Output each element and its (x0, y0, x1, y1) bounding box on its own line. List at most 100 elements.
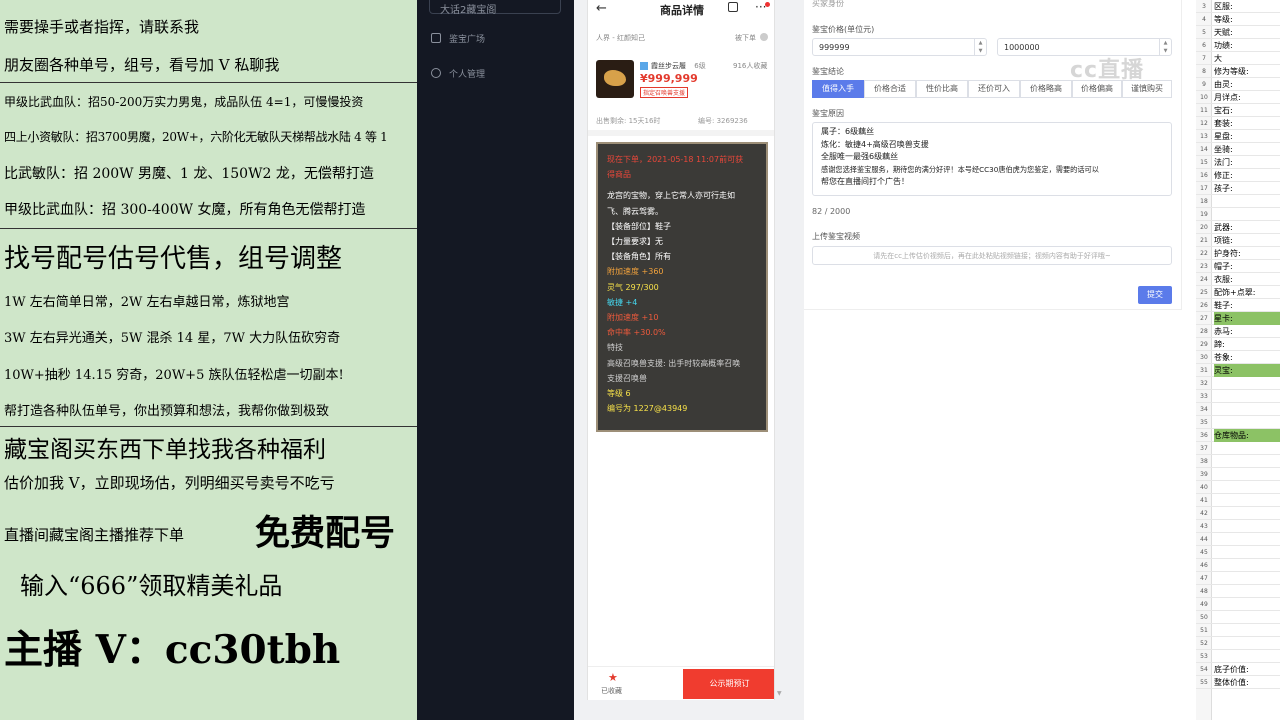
row-number: 43 (1200, 523, 1208, 530)
reason-line: 感谢您选择鉴宝服务，期待您的满分好评！本号经CC30唐伯虎为您鉴定，需要的话可以 (821, 164, 1099, 174)
card-line: 灵气 297/300 (607, 282, 659, 292)
stepper-icon[interactable]: ▲ ▼ (1159, 39, 1171, 55)
sheet-row[interactable]: 16 修正: (1196, 169, 1280, 182)
row-number: 29 (1200, 341, 1208, 348)
promo-heading: 藏宝阁买东西下单找我各种福利 (4, 437, 326, 463)
sheet-row[interactable]: 37 (1196, 442, 1280, 455)
sheet-row[interactable]: 25 配饰+点翠: (1196, 286, 1280, 299)
sheet-row[interactable]: 22 护身符: (1196, 247, 1280, 260)
sheet-row[interactable]: 11 宝石: (1196, 104, 1280, 117)
sheet-row[interactable]: 48 (1196, 585, 1280, 598)
section-buyer: 买家身份 (812, 0, 844, 8)
sheet-row[interactable]: 32 (1196, 377, 1280, 390)
sheet-row[interactable]: 9 由灵: (1196, 78, 1280, 91)
sheet-row[interactable]: 54 底子价值: (1196, 663, 1280, 676)
sheet-row[interactable]: 51 (1196, 624, 1280, 637)
cell-label: 等级: (1214, 15, 1233, 24)
sheet-row[interactable]: 55 整体价值: (1196, 676, 1280, 689)
sheet-row[interactable]: 35 (1196, 416, 1280, 429)
share-icon[interactable] (728, 2, 738, 12)
sheet-row[interactable]: 38 (1196, 455, 1280, 468)
star-icon[interactable]: ★ (608, 671, 618, 684)
row-number: 8 (1202, 68, 1206, 75)
sheet-row[interactable]: 21 项链: (1196, 234, 1280, 247)
sheet-row[interactable]: 13 星盘: (1196, 130, 1280, 143)
sheet-row[interactable]: 43 (1196, 520, 1280, 533)
sheet-row[interactable]: 49 (1196, 598, 1280, 611)
card-line: 【力量要求】无 (607, 237, 663, 247)
sheet-row[interactable]: 18 (1196, 195, 1280, 208)
sheet-row[interactable]: 31 灵宝: (1196, 364, 1280, 377)
chip-good-value[interactable]: 性价比高 (916, 80, 968, 98)
sheet-row[interactable]: 17 孩子: (1196, 182, 1280, 195)
row-number: 35 (1200, 419, 1208, 426)
toggle-icon[interactable] (760, 33, 768, 41)
sheet-row[interactable]: 24 衣服: (1196, 273, 1280, 286)
sheet-row[interactable]: 47 (1196, 572, 1280, 585)
sheet-row[interactable]: 41 (1196, 494, 1280, 507)
sheet-row[interactable]: 52 (1196, 637, 1280, 650)
item-description-card: 现在下单，2021-05-18 11:07前可获 得商品 龙宫的宝物，穿上它常人亦可… (596, 142, 768, 432)
sheet-row[interactable]: 15 法门: (1196, 156, 1280, 169)
cell-label: 配饰+点翠: (1214, 288, 1256, 297)
row-number: 9 (1202, 81, 1206, 88)
sheet-row[interactable]: 29 蹄: (1196, 338, 1280, 351)
sheet-row[interactable]: 14 坐骑: (1196, 143, 1280, 156)
sheet-row[interactable]: 19 (1196, 208, 1280, 221)
sheet-row[interactable]: 40 (1196, 481, 1280, 494)
cell-label: 苍象: (1214, 353, 1233, 362)
sheet-row[interactable]: 45 (1196, 546, 1280, 559)
sheet-row[interactable]: 33 (1196, 390, 1280, 403)
cell-label: 月详点: (1214, 93, 1241, 102)
sheet-row[interactable]: 6 功绩: (1196, 39, 1280, 52)
offline-label: 被下单 (735, 34, 756, 42)
sheet-row[interactable]: 53 (1196, 650, 1280, 663)
row-number: 42 (1200, 510, 1208, 517)
card-line: 编号为 1227@43949 (607, 404, 688, 414)
nav-item-appraisal-square[interactable]: 鉴宝广场 (431, 29, 485, 47)
sheet-row[interactable]: 10 月详点: (1196, 91, 1280, 104)
row-number: 53 (1200, 653, 1208, 660)
scroll-down-icon[interactable]: ▼ (777, 690, 782, 697)
sheet-row[interactable]: 20 武器: (1196, 221, 1280, 234)
row-number: 36 (1200, 432, 1208, 439)
sheet-row[interactable]: 30 苍象: (1196, 351, 1280, 364)
chip-worth-buying[interactable]: 值得入手 (812, 80, 864, 98)
sheet-row[interactable]: 39 (1196, 468, 1280, 481)
row-number: 38 (1200, 458, 1208, 465)
nav-item-label: 个人管理 (449, 69, 486, 80)
sheet-row[interactable]: 34 (1196, 403, 1280, 416)
row-number: 47 (1200, 575, 1208, 582)
sheet-row[interactable]: 23 帽子: (1196, 260, 1280, 273)
sheet-row[interactable]: 7大 (1196, 52, 1280, 65)
cell-label: 整体价值: (1214, 678, 1249, 687)
top-select[interactable]: 大话2藏宝阁 (429, 0, 561, 16)
sheet-row[interactable]: 8 修为等级: (1196, 65, 1280, 78)
stepper-icon[interactable]: ▲ ▼ (974, 39, 986, 55)
chip-slightly-high[interactable]: 价格略高 (1020, 80, 1072, 98)
sheet-row[interactable]: 26 鞋子: (1196, 299, 1280, 312)
chip-fair-price[interactable]: 价格合适 (864, 80, 916, 98)
sheet-row[interactable]: 5 天赋: (1196, 26, 1280, 39)
sheet-row[interactable]: 42 (1196, 507, 1280, 520)
sheet-row[interactable]: 27 星卡: (1196, 312, 1280, 325)
preorder-button[interactable]: 公示期预订 (683, 669, 774, 699)
submit-button[interactable]: 提交 (1138, 286, 1172, 304)
sheet-row[interactable]: 46 (1196, 559, 1280, 572)
sheet-row[interactable]: 36 仓库物品: (1196, 429, 1280, 442)
card-line: 龙宫的宝物，穿上它常人亦可行走如 (607, 191, 735, 201)
sheet-row[interactable]: 3 区服: (1196, 0, 1280, 13)
nav-item-personal[interactable]: 个人管理 (431, 64, 485, 82)
video-link-input[interactable]: 请先在cc上传估价视频后，再在此处粘贴视频链接；视频内容有助于好评哦~ (812, 246, 1172, 265)
chip-bargain[interactable]: 还价可入 (968, 80, 1020, 98)
sheet-row[interactable]: 12 套装: (1196, 117, 1280, 130)
promo-panel: 需要操手或者指挥，请联系我 朋友圈各种单号，组号，看号加 V 私聊我 甲级比武血… (0, 0, 417, 720)
sheet-row[interactable]: 28 赤马: (1196, 325, 1280, 338)
price-min-input[interactable]: 999999 ▲ ▼ (812, 38, 987, 56)
reason-textarea[interactable]: 属子：6级藕丝 炼化：敏捷4+高级召唤兽支援 全服唯一最强6级藕丝 感谢您选择鉴… (812, 122, 1172, 196)
row-number: 40 (1200, 484, 1208, 491)
sheet-row[interactable]: 44 (1196, 533, 1280, 546)
sheet-row[interactable]: 50 (1196, 611, 1280, 624)
sheet-row[interactable]: 4 等级: (1196, 13, 1280, 26)
cell-label: 由灵: (1214, 80, 1233, 89)
